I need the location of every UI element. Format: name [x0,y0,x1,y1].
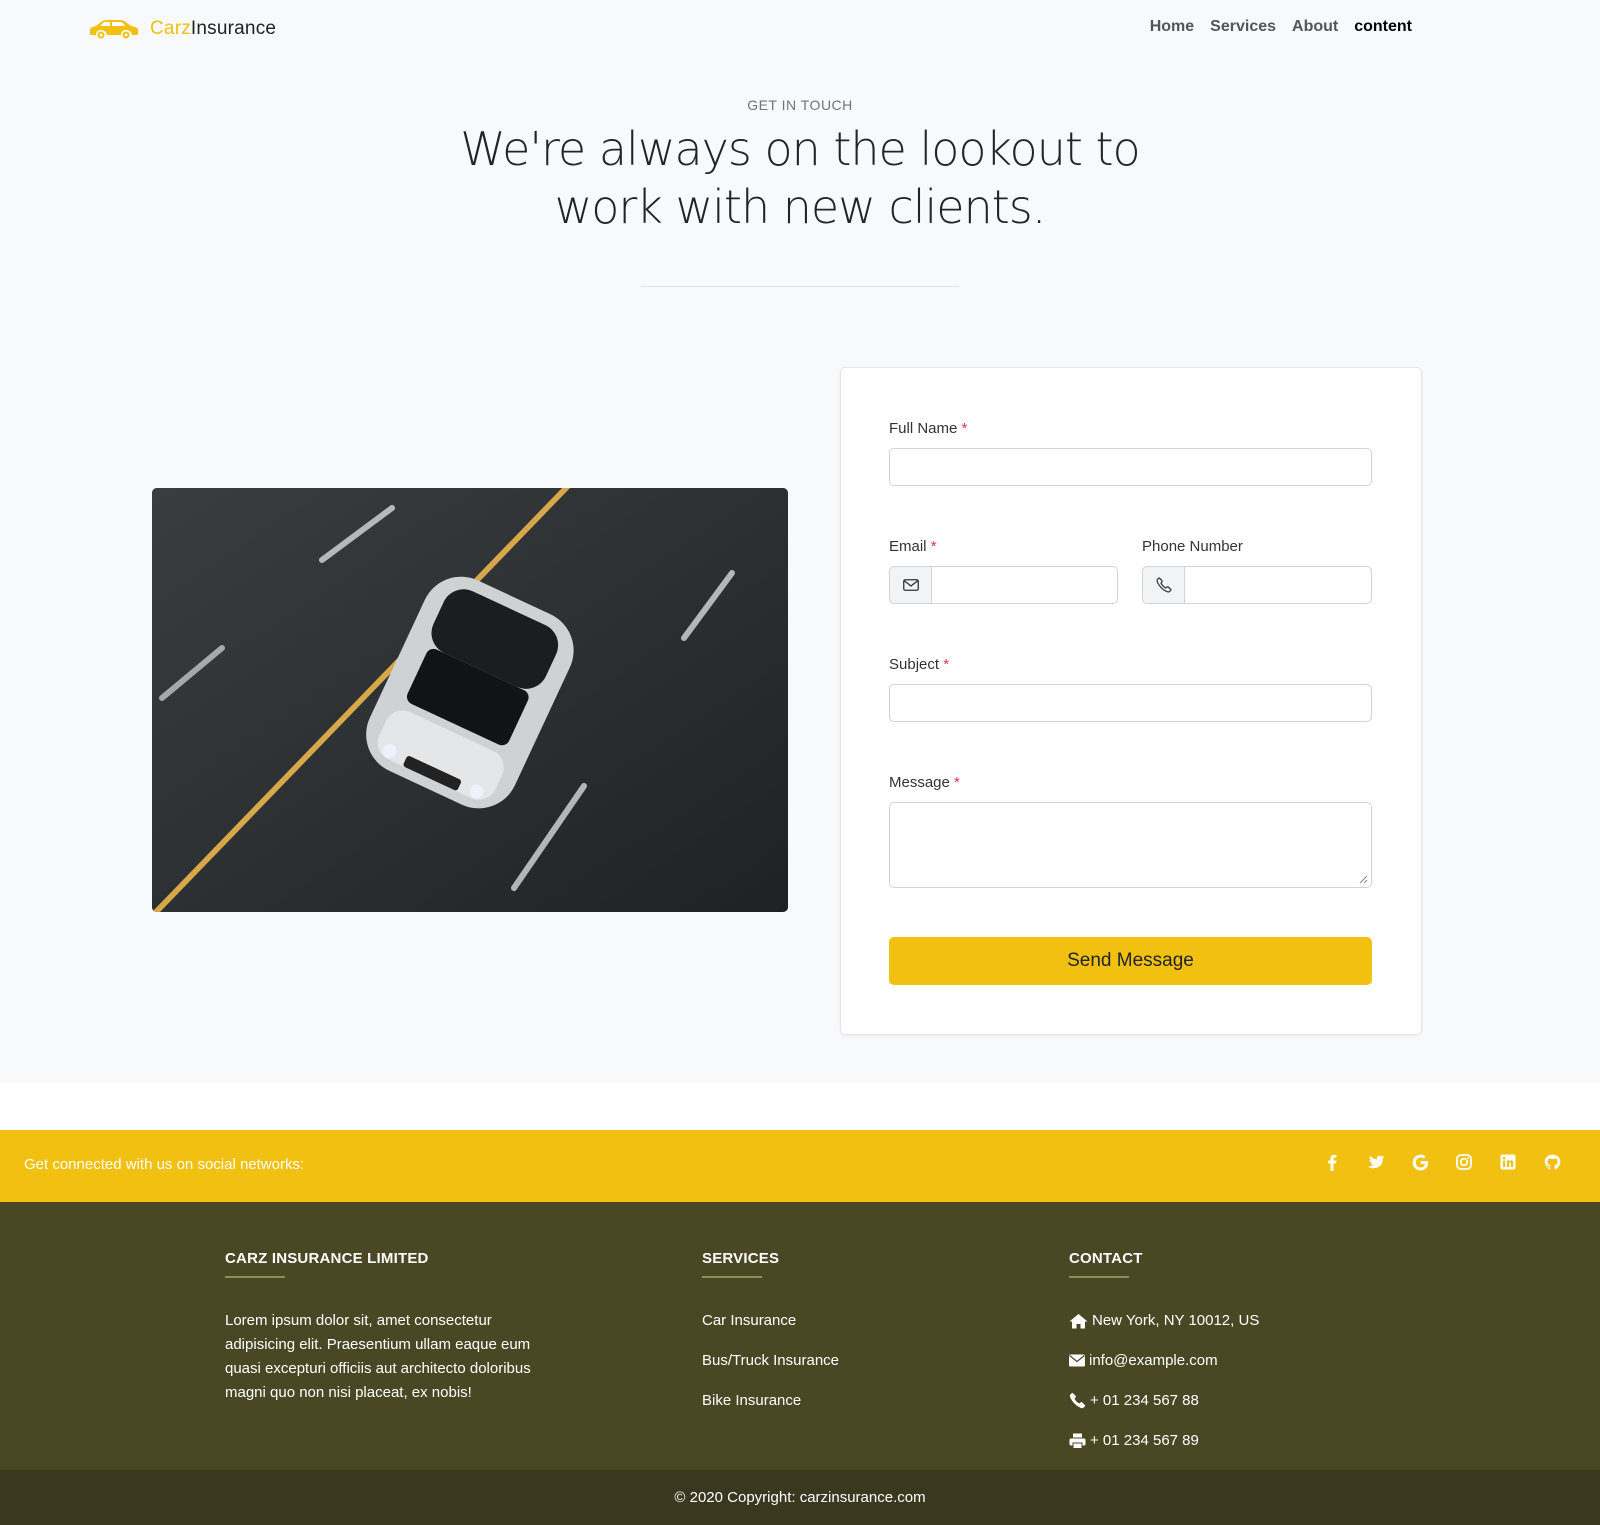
main-nav: Home Services About content [1150,18,1412,36]
nav-content[interactable]: content [1354,18,1412,36]
footer-contact-heading: CONTACT [1069,1250,1143,1267]
phone-group [1142,566,1372,604]
contact-address: New York, NY 10012, US [1069,1312,1259,1329]
full-name-label-text: Full Name [889,420,958,437]
subject-label-text: Subject [889,656,940,673]
nav-services[interactable]: Services [1210,18,1276,36]
full-name-input[interactable] [889,448,1372,486]
phone-icon [1142,566,1184,604]
required-mark: * [961,420,968,437]
printer-icon [1069,1433,1086,1449]
envelope-icon [889,566,931,604]
contact-fax: + 01 234 567 89 [1069,1432,1199,1449]
car-photo [152,488,788,912]
footer-link-bike-insurance[interactable]: Bike Insurance [702,1392,801,1409]
envelope-icon [1069,1354,1085,1367]
email-label: Email * [889,538,937,555]
footer-company-text: Lorem ipsum dolor sit, amet consectetur … [225,1312,531,1401]
resize-handle-icon[interactable] [1359,875,1368,884]
footer-link-bus-truck-insurance[interactable]: Bus/Truck Insurance [702,1352,839,1369]
section-eyebrow: GET IN TOUCH [747,97,853,113]
section-divider [641,286,959,287]
brand-name-part2: Insurance [190,18,277,39]
subject-input[interactable] [889,684,1372,722]
brand-logo[interactable]: CarzInsurance [88,14,276,44]
footer-services-heading: SERVICES [702,1250,780,1267]
footer-heading-underline [702,1276,762,1278]
phone-icon [1069,1392,1086,1409]
headline-line-2: work with new clients. [554,180,1047,234]
phone-field[interactable] [1184,566,1372,604]
footer-heading-underline [1069,1276,1129,1278]
contact-fax-text: + 01 234 567 89 [1090,1432,1199,1449]
required-mark: * [943,656,950,673]
footer-link-car-insurance[interactable]: Car Insurance [702,1312,796,1329]
message-label-text: Message [889,774,950,791]
email-label-text: Email [889,538,927,555]
contact-phone: + 01 234 567 88 [1069,1392,1199,1409]
contact-email-text: info@example.com [1089,1352,1218,1369]
linkedin-icon[interactable] [1496,1150,1520,1174]
footer-company-heading: CARZ INSURANCE LIMITED [225,1250,429,1267]
required-mark: * [954,774,960,791]
contact-email: info@example.com [1069,1352,1218,1369]
nav-about[interactable]: About [1292,18,1338,36]
message-label: Message * [889,774,960,791]
google-icon[interactable] [1408,1150,1432,1174]
twitter-icon[interactable] [1364,1150,1388,1174]
page-title: We're always on the lookout to work with… [450,120,1150,236]
copyright-text: © 2020 Copyright: carzinsurance.com [674,1489,926,1506]
footer-heading-underline [225,1276,285,1278]
subject-label: Subject * [889,656,949,673]
full-name-label: Full Name * [889,420,967,437]
send-message-button[interactable]: Send Message [889,937,1372,985]
instagram-icon[interactable] [1452,1150,1476,1174]
contact-phone-text: + 01 234 567 88 [1090,1392,1199,1409]
copyright-bar: © 2020 Copyright: carzinsurance.com [0,1470,1600,1525]
headline-line-1: We're always on the lookout to [460,122,1140,176]
facebook-icon[interactable] [1320,1150,1344,1174]
footer-spacer [0,1082,1600,1130]
message-textarea[interactable] [889,802,1372,888]
brand-name-part1: Carz [150,18,191,39]
social-bar-text: Get connected with us on social networks… [24,1156,305,1173]
nav-home[interactable]: Home [1150,18,1194,36]
required-mark: * [930,538,937,555]
email-group [889,566,1118,604]
home-icon [1069,1313,1088,1328]
car-icon [90,20,138,39]
github-icon[interactable] [1540,1150,1564,1174]
email-field[interactable] [931,566,1118,604]
social-icons [1320,1150,1564,1174]
phone-label: Phone Number [1142,538,1243,555]
contact-address-text: New York, NY 10012, US [1092,1312,1260,1329]
